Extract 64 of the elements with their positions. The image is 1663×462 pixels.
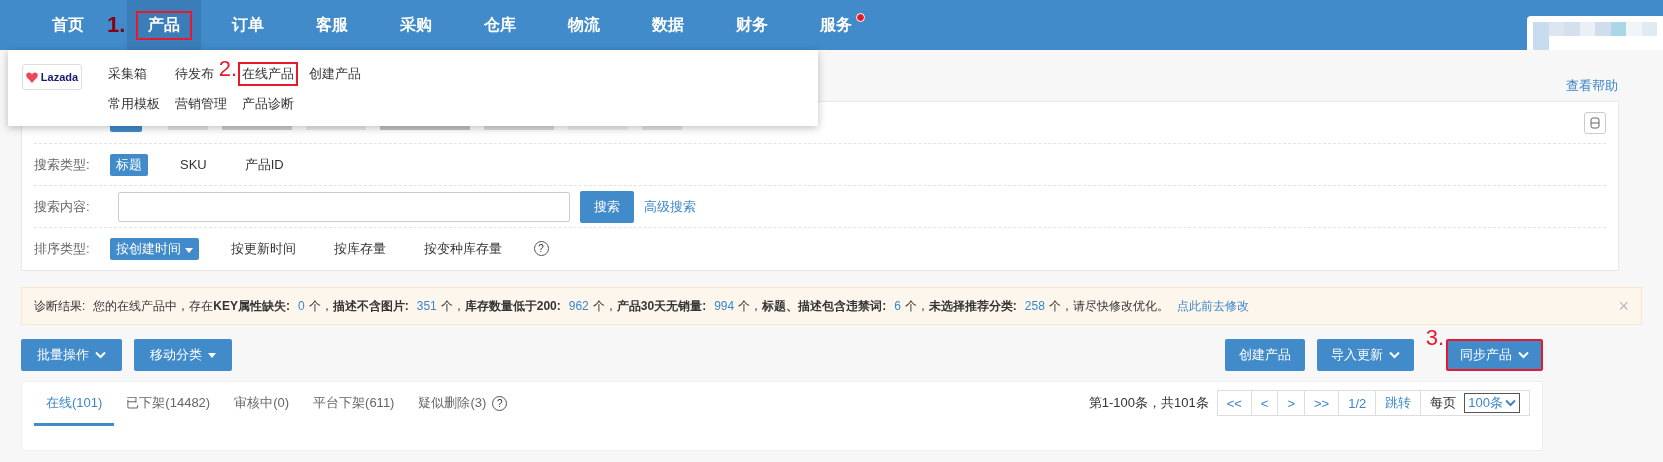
step-annotation: 3. [1425,325,1444,351]
menu-item[interactable]: 待发布 [171,62,218,86]
nav-item[interactable]: 订单 [220,10,277,40]
nav-item[interactable]: 首页 [40,10,96,40]
step-annotation: 1. [107,12,126,38]
per-page-control[interactable]: 每页 100条 [1421,390,1530,416]
chevron-down-icon [1388,351,1400,359]
filter-option[interactable]: 标题 [110,153,148,176]
status-tab[interactable]: 在线(101) [34,382,115,426]
search-button[interactable]: 搜索 [580,190,634,223]
menu-item[interactable]: 创建产品 [305,62,365,86]
fix-link[interactable]: 点此前去修改 [1176,297,1249,315]
nav-item[interactable]: 数据 [640,10,697,40]
help-link[interactable]: 查看帮助 [1566,77,1618,95]
pagination-button[interactable]: < [1251,390,1279,416]
per-page-select[interactable]: 100条 [1464,393,1520,413]
action-button[interactable]: 同步产品 [1446,339,1543,371]
nav-item[interactable]: 服务 [808,10,865,40]
chevron-down-icon [1505,399,1516,407]
chevron-down-icon [95,351,106,359]
pagination-button[interactable]: 跳转 [1376,390,1422,416]
menu-item[interactable]: 产品诊断 [238,92,298,116]
status-tab[interactable]: 平台下架(611) [301,382,407,426]
pagination-button[interactable]: 1/2 [1339,390,1377,416]
menu-item[interactable]: 在线产品 [238,62,298,86]
action-button[interactable]: 批量操作 [21,339,122,371]
pagination-summary: 第1-100条，共101条 [1088,394,1209,412]
action-button[interactable]: 移动分类 [134,339,232,371]
caret-down-icon [208,352,216,358]
collapse-icon[interactable] [1584,111,1606,134]
menu-item[interactable]: 常用模板 [104,92,164,116]
nav-item[interactable]: 产品 [136,10,193,40]
step-annotation: 2. [218,56,237,82]
advanced-search-link[interactable]: 高级搜索 [644,197,696,216]
diagnosis-text: 您的在线产品中，存在KEY属性缺失: 0 个，描述不含图片: 351 个，库存数量低于200: 962 个，产品30天无销量: 994 个，标题、描述包含违禁词: 6 个，未选择推荐分类: 258 个，请尽快修改优化。 [93,297,1169,315]
heart-icon [25,71,38,83]
menu-item[interactable]: 营销管理 [171,92,231,116]
nav-item[interactable]: 物流 [556,10,613,40]
sort-option[interactable]: 按更新时间 [224,237,302,260]
nav-item[interactable]: 仓库 [472,10,529,40]
nav-item[interactable]: 客服 [304,10,361,40]
search-field[interactable] [118,191,570,222]
sort-option[interactable]: 按创建时间 [110,237,199,260]
filter-option[interactable]: SKU [174,155,213,174]
status-tab[interactable]: 审核中(0) [222,382,302,426]
field-label: 搜索类型: [34,155,91,174]
action-button[interactable]: 导入更新 [1316,339,1414,371]
pagination-button[interactable]: >> [1305,390,1340,416]
sort-option[interactable]: 按库存量 [327,237,392,260]
action-button[interactable]: 创建产品 [1224,339,1305,371]
diagnosis-label: 诊断结果: [34,297,86,315]
pagination-button[interactable]: << [1216,390,1252,416]
nav-item[interactable]: 采购 [388,10,445,40]
chevron-down-icon [1518,351,1529,359]
field-label: 排序类型: [34,239,91,258]
nav-item[interactable]: 财务 [724,10,781,40]
status-tab[interactable]: 已下架(14482) [114,382,223,426]
brand-name: Lazada [40,71,79,83]
pagination-button[interactable]: > [1278,390,1306,416]
menu-item[interactable]: 采集箱 [104,62,151,86]
caret-down-icon [184,247,193,253]
filter-option[interactable]: 产品ID [238,153,290,176]
field-label: 搜索内容: [34,197,91,216]
sort-option[interactable]: 按变种库存量 [417,237,508,260]
